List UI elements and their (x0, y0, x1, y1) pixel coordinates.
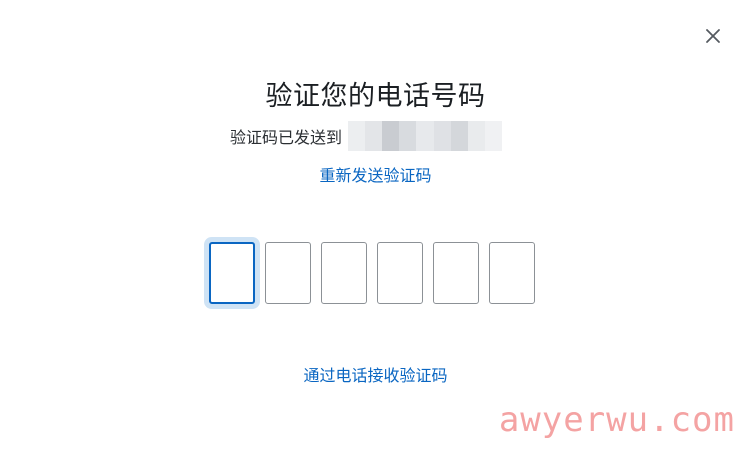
masked-phone-segment (467, 121, 485, 151)
masked-phone-number (348, 121, 502, 151)
receive-code-by-call-link[interactable]: 通过电话接收验证码 (0, 365, 751, 387)
masked-phone-segment (365, 121, 383, 151)
watermark: awyerwu.com (498, 400, 735, 440)
code-sent-label: 验证码已发送到 (230, 128, 343, 147)
masked-phone-segment (399, 121, 417, 151)
resend-code-link[interactable]: 重新发送验证码 (0, 165, 751, 187)
otp-digit-input-6[interactable] (489, 242, 535, 304)
masked-phone-segment (348, 121, 366, 151)
otp-digit-input-5[interactable] (433, 242, 479, 304)
otp-digit-input-2[interactable] (265, 242, 311, 304)
dialog-title: 验证您的电话号码 (265, 81, 486, 112)
masked-phone-segment (416, 121, 434, 151)
otp-digit-input-4[interactable] (377, 242, 423, 304)
code-sent-row: 验证码已发送到 (230, 121, 502, 151)
masked-phone-segment (382, 121, 400, 151)
otp-digit-input-1[interactable] (209, 242, 255, 304)
close-button[interactable] (701, 24, 725, 48)
otp-digit-input-3[interactable] (321, 242, 367, 304)
otp-input-group (209, 242, 545, 304)
masked-phone-segment (484, 121, 502, 151)
masked-phone-segment (433, 121, 451, 151)
close-icon (706, 29, 720, 43)
masked-phone-segment (450, 121, 468, 151)
verify-phone-dialog: 验证您的电话号码 验证码已发送到 重新发送验证码 通过电话接收验证码 awyer… (0, 0, 751, 453)
